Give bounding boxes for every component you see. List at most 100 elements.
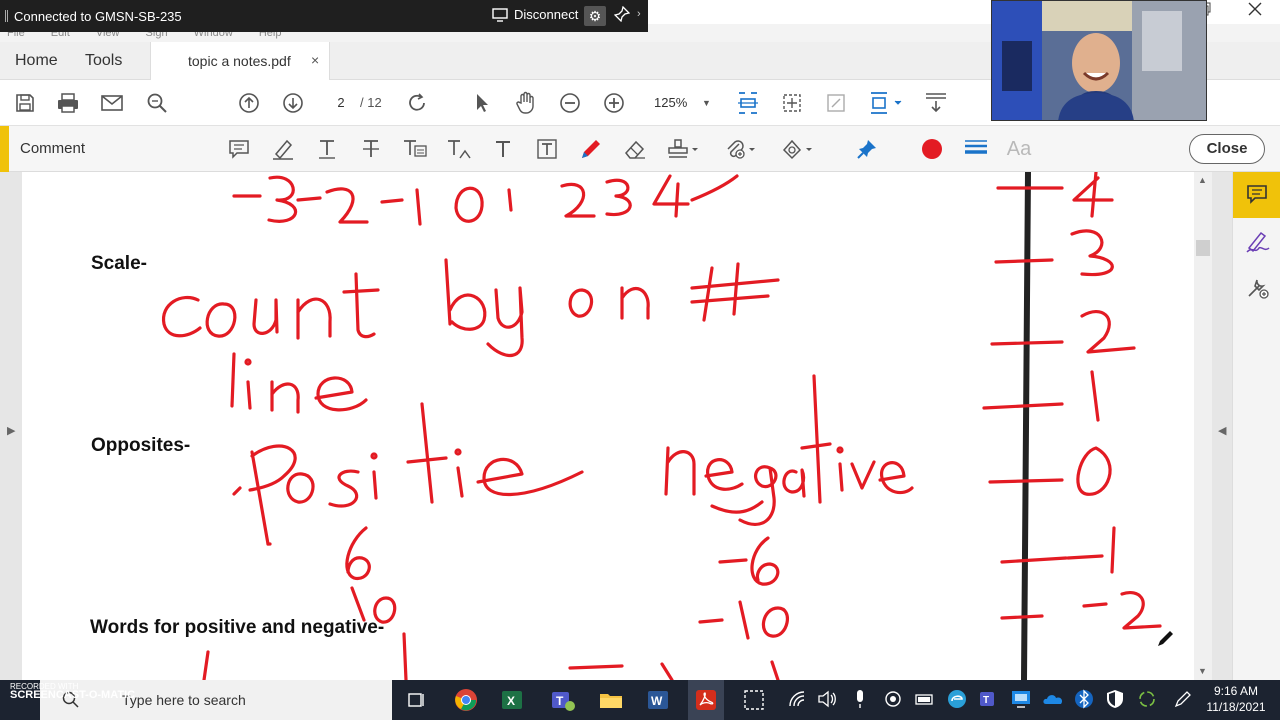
tab-tools[interactable]: Tools — [85, 52, 122, 70]
task-view-icon[interactable] — [404, 688, 430, 712]
zoom-value: 125% — [654, 95, 688, 110]
comment-toolbar: Comment Aa Close — [0, 126, 1280, 172]
pen-workspace-icon[interactable] — [1172, 688, 1198, 712]
page-number-input[interactable]: 2 — [326, 91, 356, 115]
zoom-out-icon[interactable] — [558, 91, 582, 115]
handwriting-examples — [345, 500, 789, 640]
page-total: / 12 — [360, 95, 382, 110]
search-icon[interactable] — [145, 91, 169, 115]
watermark-brand: SCREENCAST-O-MATIC — [10, 689, 136, 701]
highlight-icon[interactable] — [270, 137, 296, 161]
email-icon[interactable] — [100, 91, 124, 115]
comment-icon — [1247, 185, 1267, 204]
chevron-right-icon[interactable]: › — [637, 8, 641, 20]
full-screen-icon[interactable] — [824, 91, 848, 115]
vertical-scrollbar[interactable]: ▲ ▼ — [1194, 172, 1212, 680]
save-icon[interactable] — [13, 91, 37, 115]
scroll-thumb[interactable] — [1196, 240, 1210, 256]
excel-icon[interactable]: X — [500, 688, 526, 712]
attach-file-icon[interactable] — [722, 137, 758, 161]
line-thickness-icon[interactable] — [963, 137, 989, 161]
svg-text:T: T — [556, 694, 564, 708]
select-tool-icon[interactable] — [470, 91, 494, 115]
text-properties-icon[interactable]: Aa — [1006, 137, 1032, 161]
snipping-icon[interactable] — [742, 688, 768, 712]
scroll-down-icon[interactable]: ▼ — [1198, 666, 1207, 676]
fit-width-icon[interactable] — [736, 91, 760, 115]
security-shield-icon[interactable] — [1104, 688, 1130, 712]
stamp-icon[interactable] — [666, 137, 702, 161]
acrobat-taskbar-button[interactable] — [688, 680, 724, 720]
draw-pencil-icon[interactable] — [578, 137, 604, 161]
fit-page-icon[interactable] — [780, 91, 804, 115]
microphone-icon[interactable] — [850, 688, 876, 712]
previous-page-icon[interactable] — [237, 91, 261, 115]
grip-icon[interactable] — [5, 10, 8, 22]
acrobat-icon — [696, 690, 716, 710]
teams-icon[interactable]: T — [550, 688, 576, 712]
left-panel-toggle-icon[interactable]: ▶ — [7, 424, 15, 437]
close-tab-icon[interactable]: × — [311, 52, 319, 68]
scrolling-mode-icon[interactable] — [868, 91, 904, 115]
pin-icon[interactable] — [613, 5, 631, 25]
handwriting-positive — [232, 402, 584, 546]
battery-icon[interactable] — [914, 688, 940, 712]
webcam-overlay — [991, 0, 1207, 121]
handwriting-bottom-partial — [202, 632, 780, 680]
text-box-icon[interactable] — [534, 137, 560, 161]
underline-text-icon[interactable] — [314, 137, 340, 161]
handwriting-scale-note — [162, 258, 780, 414]
record-icon[interactable] — [882, 688, 908, 712]
rotate-icon[interactable] — [405, 91, 429, 115]
add-text-icon[interactable] — [490, 137, 516, 161]
tab-home[interactable]: Home — [15, 52, 58, 70]
fill-sign-icon[interactable] — [1245, 230, 1271, 259]
print-icon[interactable] — [56, 91, 80, 115]
strikethrough-icon[interactable] — [358, 137, 384, 161]
bluetooth-icon[interactable] — [1074, 688, 1100, 712]
edge-icon[interactable] — [946, 688, 972, 712]
word-icon[interactable]: W — [646, 688, 672, 712]
right-panel-toggle-icon[interactable]: ◀ — [1218, 424, 1226, 437]
sync-icon[interactable] — [1136, 688, 1162, 712]
right-tools-panel — [1232, 172, 1280, 680]
next-page-icon[interactable] — [281, 91, 305, 115]
chrome-icon[interactable] — [454, 688, 480, 712]
remote-desktop-icon[interactable] — [1010, 688, 1036, 712]
replace-text-icon[interactable] — [402, 137, 428, 161]
gear-icon[interactable]: ⚙ — [584, 6, 606, 26]
pencil-cursor-icon — [1158, 631, 1173, 646]
hand-tool-icon[interactable] — [514, 91, 538, 115]
taskbar-clock[interactable]: 9:16 AM 11/18/2021 — [1206, 683, 1266, 715]
handwriting-number-line-top — [232, 174, 739, 226]
wifi-icon[interactable] — [786, 688, 812, 712]
disconnect-icon — [492, 7, 508, 22]
zoom-select[interactable]: 125% ▼ — [646, 91, 716, 115]
sticky-note-icon[interactable] — [226, 137, 252, 161]
keep-tool-selected-icon[interactable] — [854, 137, 880, 161]
pdf-page: Scale- Opposites- Words for positive and… — [22, 172, 1194, 680]
file-explorer-icon[interactable] — [598, 688, 624, 712]
svg-text:X: X — [507, 694, 515, 708]
color-picker-icon[interactable] — [919, 137, 945, 161]
close-window-icon[interactable] — [1248, 2, 1262, 21]
close-comment-button[interactable]: Close — [1189, 134, 1265, 164]
svg-text:T: T — [983, 695, 989, 706]
comment-label: Comment — [20, 140, 86, 157]
volume-icon[interactable] — [816, 688, 842, 712]
scroll-up-icon[interactable]: ▲ — [1198, 175, 1207, 185]
tab-document[interactable]: topic a notes.pdf × — [150, 42, 330, 80]
windows-taskbar: Type here to search X T W T 9:16 AM 11/1… — [0, 680, 1280, 720]
shapes-icon[interactable] — [780, 137, 816, 161]
disconnect-button[interactable]: Disconnect — [492, 7, 578, 22]
more-tools-icon[interactable] — [1245, 276, 1271, 305]
teams-tray-icon[interactable]: T — [978, 688, 1004, 712]
comment-panel-button[interactable] — [1233, 172, 1280, 218]
zoom-in-icon[interactable] — [602, 91, 626, 115]
insert-text-icon[interactable] — [446, 137, 472, 161]
eraser-icon[interactable] — [622, 137, 648, 161]
remote-connection-bar: Connected to GMSN-SB-235 Disconnect ⚙ › — [0, 0, 648, 32]
onedrive-icon[interactable] — [1042, 688, 1068, 712]
read-mode-icon[interactable] — [924, 91, 948, 115]
clock-time: 9:16 AM — [1213, 684, 1259, 698]
